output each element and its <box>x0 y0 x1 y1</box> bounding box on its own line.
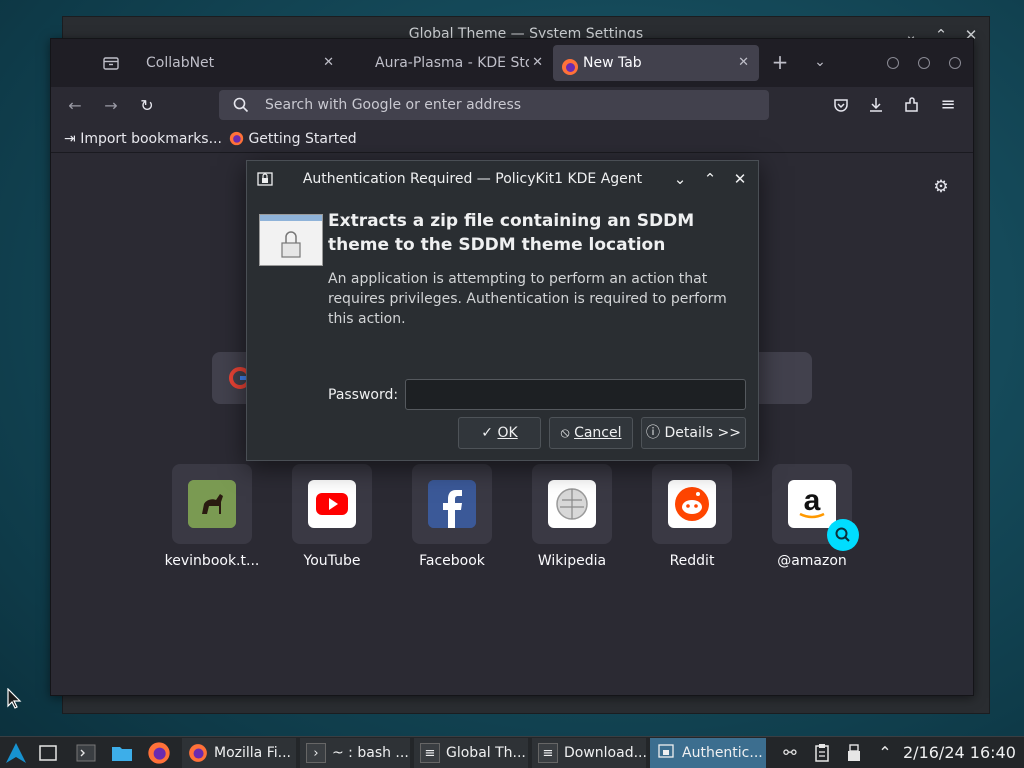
settings-window-icon: ≡ <box>420 743 440 763</box>
downloads-icon[interactable] <box>866 95 886 115</box>
terminal-icon: › <box>306 743 326 763</box>
chevron-up-icon[interactable]: ⌃ <box>700 169 720 189</box>
check-icon: ✓ <box>481 425 494 441</box>
file-manager-icon[interactable] <box>110 741 134 765</box>
shortcut-label: @amazon <box>777 553 847 569</box>
tab-label: CollabNet <box>146 55 215 71</box>
search-icon <box>233 97 249 113</box>
clock-date: 2/16/24 <box>903 743 965 762</box>
kde-connect-icon[interactable]: ⚯ <box>778 741 802 765</box>
usb-device-icon[interactable] <box>842 741 866 765</box>
url-placeholder: Search with Google or enter address <box>265 97 522 113</box>
forward-arrow-icon[interactable]: → <box>100 95 122 117</box>
firefox-icon <box>188 743 208 763</box>
shortcut-tile-youtube[interactable] <box>292 464 372 544</box>
shortcut-label: kevinbook.t... <box>164 553 260 569</box>
firefox-launcher-icon[interactable] <box>147 741 171 765</box>
menu-hamburger-icon[interactable]: ≡ <box>938 95 958 115</box>
close-tab-icon[interactable]: ✕ <box>323 45 334 81</box>
shortcut-label: Facebook <box>419 553 485 569</box>
tab-collabnet[interactable]: CollabNet ✕ <box>136 45 344 81</box>
tab-label: New Tab <box>583 55 642 71</box>
clock-time: 16:40 <box>969 743 1016 762</box>
details-button[interactable]: ⓘ Details >> <box>641 417 746 449</box>
bookmarks-toolbar: ⇥ Import bookmarks... Getting Started <box>51 125 973 153</box>
terminal-launcher-icon[interactable] <box>74 741 98 765</box>
tab-list-icon[interactable] <box>101 53 121 73</box>
window-close-icon[interactable] <box>949 57 961 69</box>
shortcut-tile-reddit[interactable] <box>652 464 732 544</box>
cancel-button[interactable]: ⦸ Cancel <box>549 417 633 449</box>
reddit-icon <box>668 480 716 528</box>
show-desktop-icon[interactable] <box>36 741 60 765</box>
window-minimize-icon[interactable] <box>887 57 899 69</box>
bookmark-getting-started[interactable]: Getting Started <box>229 125 357 153</box>
reload-icon[interactable]: ↻ <box>136 95 158 117</box>
youtube-icon <box>308 480 356 528</box>
wikipedia-icon <box>548 480 596 528</box>
tab-new-tab[interactable]: New Tab ✕ <box>553 45 759 81</box>
cancel-icon: ⦸ <box>560 425 570 441</box>
dialog-description: An application is attempting to perform … <box>328 271 727 327</box>
taskbar: Mozilla Fi... › ~ : bash ... ≡ Global Th… <box>0 736 1024 768</box>
lock-icon <box>259 214 323 266</box>
dialog-titlebar: Authentication Required — PolicyKit1 KDE… <box>247 161 758 197</box>
shortcut-tile-wikipedia[interactable] <box>532 464 612 544</box>
url-bar[interactable]: Search with Google or enter address <box>219 90 769 120</box>
search-shortcut-badge <box>827 519 859 551</box>
chevron-down-icon[interactable]: ⌄ <box>809 51 831 73</box>
task-bash[interactable]: › ~ : bash ... <box>300 738 410 768</box>
svg-text:a: a <box>804 484 821 517</box>
shortcut-label: YouTube <box>303 553 361 569</box>
firefox-icon <box>229 128 244 146</box>
tab-bar: CollabNet ✕ Aura-Plasma - KDE Sto ✕ New … <box>51 39 973 87</box>
task-authentication[interactable]: Authentic... <box>650 738 766 768</box>
task-global-theme[interactable]: ≡ Global Th... <box>414 738 528 768</box>
shortcut-tile-kevinbook[interactable] <box>172 464 252 544</box>
new-tab-plus-icon[interactable]: + <box>769 51 791 73</box>
authentication-dialog: Authentication Required — PolicyKit1 KDE… <box>246 160 759 461</box>
password-input[interactable] <box>405 379 746 410</box>
settings-window-icon: ≡ <box>538 743 558 763</box>
tab-label: Aura-Plasma - KDE Sto <box>375 55 534 71</box>
shortcut-tile-facebook[interactable] <box>412 464 492 544</box>
extensions-icon[interactable] <box>902 95 922 115</box>
password-label: Password: <box>328 387 399 403</box>
facebook-icon <box>428 480 476 528</box>
import-icon: ⇥ <box>64 131 76 147</box>
close-tab-icon[interactable]: ✕ <box>738 45 749 81</box>
mouse-cursor-icon <box>7 687 23 710</box>
lock-window-icon <box>656 743 676 763</box>
application-launcher-icon[interactable] <box>4 741 28 765</box>
tab-aura-plasma[interactable]: Aura-Plasma - KDE Sto ✕ <box>365 45 553 81</box>
chevron-up-icon[interactable]: ⌃ <box>873 741 897 765</box>
gear-icon[interactable]: ⚙ <box>931 177 951 197</box>
firefox-icon <box>561 54 579 75</box>
ok-button[interactable]: ✓ OK <box>458 417 541 449</box>
pocket-icon[interactable] <box>831 95 851 115</box>
dialog-heading: Extracts a zip file containing an SDDM t… <box>328 211 695 255</box>
window-maximize-icon[interactable] <box>918 57 930 69</box>
info-icon: ⓘ <box>646 425 661 441</box>
back-arrow-icon[interactable]: ← <box>64 95 86 117</box>
task-firefox[interactable]: Mozilla Fi... <box>182 738 296 768</box>
shortcut-tile-amazon[interactable]: a <box>772 464 859 551</box>
shortcut-label: Reddit <box>669 553 715 569</box>
shortcut-label: Wikipedia <box>537 553 607 569</box>
bookmark-import[interactable]: ⇥ Import bookmarks... <box>64 125 222 153</box>
close-tab-icon[interactable]: ✕ <box>529 45 543 81</box>
horse-icon <box>188 480 236 528</box>
close-icon[interactable]: ✕ <box>730 169 750 189</box>
task-downloads[interactable]: ≡ Download... <box>532 738 646 768</box>
clipboard-icon[interactable] <box>810 741 834 765</box>
chevron-down-icon[interactable]: ⌄ <box>670 169 690 189</box>
clock[interactable]: 2/16/24 16:40 <box>903 737 1016 768</box>
